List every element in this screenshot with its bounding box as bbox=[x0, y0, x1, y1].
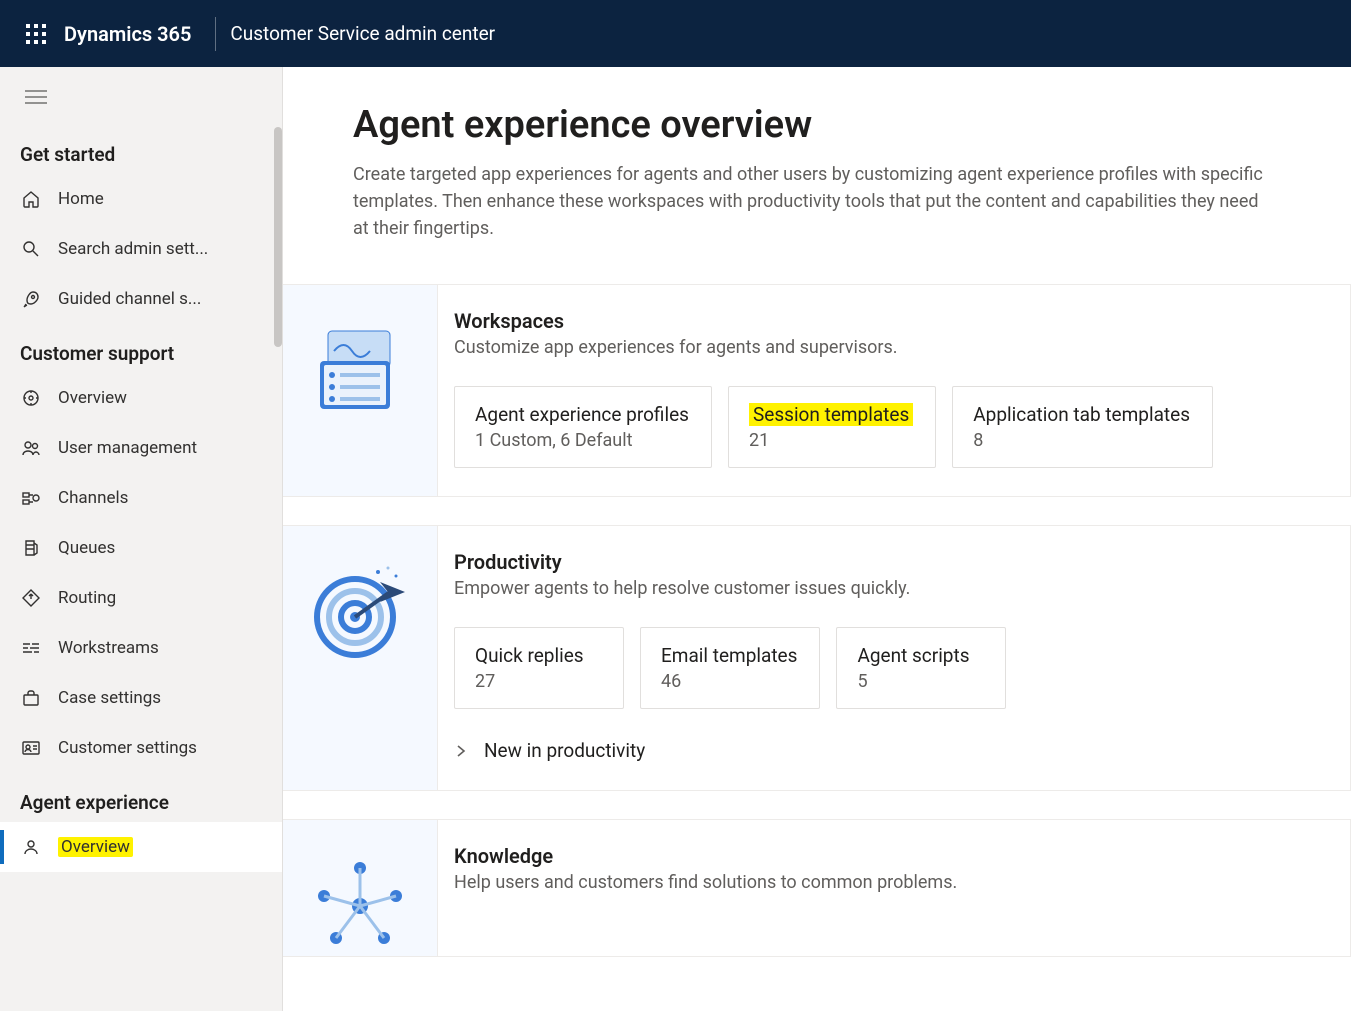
sidebar: Get started Home Search admin sett... Gu… bbox=[0, 67, 283, 1011]
queues-icon bbox=[20, 538, 42, 558]
link-new-in-productivity[interactable]: New in productivity bbox=[454, 739, 1326, 762]
card-workspaces: Workspaces Customize app experiences for… bbox=[283, 284, 1351, 497]
home-icon bbox=[20, 189, 42, 209]
sidebar-item-label: Search admin sett... bbox=[58, 239, 208, 259]
sidebar-item-guided-channel[interactable]: Guided channel s... bbox=[0, 274, 282, 324]
sidebar-item-overview-cs[interactable]: Overview bbox=[0, 373, 282, 423]
tile-title: Application tab templates bbox=[973, 403, 1190, 426]
sidebar-item-label: Guided channel s... bbox=[58, 289, 201, 309]
card-knowledge-illu bbox=[283, 820, 438, 956]
sidebar-item-home[interactable]: Home bbox=[0, 174, 282, 224]
page-description: Create targeted app experiences for agen… bbox=[353, 161, 1273, 242]
sidebar-item-routing[interactable]: Routing bbox=[0, 573, 282, 623]
tile-meta: 5 bbox=[857, 671, 983, 692]
routing-icon bbox=[20, 588, 42, 608]
card-productivity: Productivity Empower agents to help reso… bbox=[283, 525, 1351, 791]
contact-card-icon bbox=[20, 738, 42, 758]
tile-title: Session templates bbox=[749, 403, 913, 426]
link-label: New in productivity bbox=[484, 739, 645, 762]
target-icon bbox=[310, 562, 410, 662]
tile-agent-scripts[interactable]: Agent scripts 5 bbox=[836, 627, 1006, 709]
sidebar-item-user-management[interactable]: User management bbox=[0, 423, 282, 473]
card-knowledge: Knowledge Help users and customers find … bbox=[283, 819, 1351, 957]
tile-agent-experience-profiles[interactable]: Agent experience profiles 1 Custom, 6 De… bbox=[454, 386, 712, 468]
sidebar-item-label: Home bbox=[58, 189, 104, 209]
tile-title: Agent scripts bbox=[857, 644, 983, 667]
channels-icon bbox=[20, 488, 42, 508]
sidebar-item-label: Channels bbox=[58, 488, 128, 508]
sidebar-item-label: Workstreams bbox=[58, 638, 159, 658]
hamburger-icon bbox=[25, 90, 47, 104]
sidebar-item-label: User management bbox=[58, 438, 197, 458]
sidebar-item-label: Overview bbox=[58, 388, 127, 408]
card-workspaces-heading: Workspaces bbox=[454, 309, 1326, 333]
rocket-icon bbox=[20, 289, 42, 309]
card-workspaces-illu bbox=[283, 285, 438, 496]
overview-icon bbox=[20, 388, 42, 408]
waffle-menu[interactable] bbox=[12, 10, 60, 58]
sidebar-item-label: Case settings bbox=[58, 688, 161, 708]
page-title: Agent experience overview bbox=[353, 103, 1351, 147]
search-icon bbox=[20, 239, 42, 259]
tile-quick-replies[interactable]: Quick replies 27 bbox=[454, 627, 624, 709]
workstreams-icon bbox=[20, 638, 42, 658]
card-knowledge-heading: Knowledge bbox=[454, 844, 1326, 868]
waffle-icon bbox=[26, 24, 46, 44]
sidebar-item-queues[interactable]: Queues bbox=[0, 523, 282, 573]
section-get-started: Get started bbox=[0, 125, 282, 174]
tile-title: Agent experience profiles bbox=[475, 403, 689, 426]
section-agent-experience: Agent experience bbox=[0, 773, 282, 822]
sidebar-item-label: Routing bbox=[58, 588, 116, 608]
sidebar-item-case-settings[interactable]: Case settings bbox=[0, 673, 282, 723]
tile-meta: 46 bbox=[661, 671, 797, 692]
sidebar-item-overview-ae[interactable]: Overview bbox=[0, 822, 282, 872]
tile-email-templates[interactable]: Email templates 46 bbox=[640, 627, 820, 709]
sidebar-toggle[interactable] bbox=[14, 75, 58, 119]
tile-meta: 27 bbox=[475, 671, 601, 692]
card-workspaces-sub: Customize app experiences for agents and… bbox=[454, 337, 1326, 358]
sidebar-item-label: Customer settings bbox=[58, 738, 197, 758]
app-title: Customer Service admin center bbox=[230, 22, 495, 45]
card-productivity-heading: Productivity bbox=[454, 550, 1326, 574]
card-productivity-illu bbox=[283, 526, 438, 790]
tile-session-templates[interactable]: Session templates 21 bbox=[728, 386, 936, 468]
network-icon bbox=[310, 856, 410, 956]
section-customer-support: Customer support bbox=[0, 324, 282, 373]
tile-meta: 8 bbox=[973, 430, 1190, 451]
sidebar-item-search-admin[interactable]: Search admin sett... bbox=[0, 224, 282, 274]
sidebar-item-label: Queues bbox=[58, 538, 115, 558]
tile-application-tab-templates[interactable]: Application tab templates 8 bbox=[952, 386, 1213, 468]
sidebar-item-customer-settings[interactable]: Customer settings bbox=[0, 723, 282, 773]
tile-title: Email templates bbox=[661, 644, 797, 667]
card-knowledge-sub: Help users and customers find solutions … bbox=[454, 872, 1326, 893]
card-productivity-sub: Empower agents to help resolve customer … bbox=[454, 578, 1326, 599]
sidebar-scroll-thumb[interactable] bbox=[274, 127, 282, 347]
main-content: Agent experience overview Create targete… bbox=[283, 67, 1351, 1011]
sidebar-item-label: Overview bbox=[58, 837, 133, 857]
briefcase-icon bbox=[20, 688, 42, 708]
sidebar-item-channels[interactable]: Channels bbox=[0, 473, 282, 523]
person-icon bbox=[20, 837, 42, 857]
workspaces-icon bbox=[310, 321, 410, 421]
top-header: Dynamics 365 Customer Service admin cent… bbox=[0, 0, 1351, 67]
users-icon bbox=[20, 438, 42, 458]
tile-title: Quick replies bbox=[475, 644, 601, 667]
tile-meta: 1 Custom, 6 Default bbox=[475, 430, 689, 451]
sidebar-item-workstreams[interactable]: Workstreams bbox=[0, 623, 282, 673]
chevron-right-icon bbox=[454, 744, 468, 758]
header-divider bbox=[215, 17, 216, 51]
tile-meta: 21 bbox=[749, 430, 913, 451]
brand-name[interactable]: Dynamics 365 bbox=[64, 22, 191, 46]
